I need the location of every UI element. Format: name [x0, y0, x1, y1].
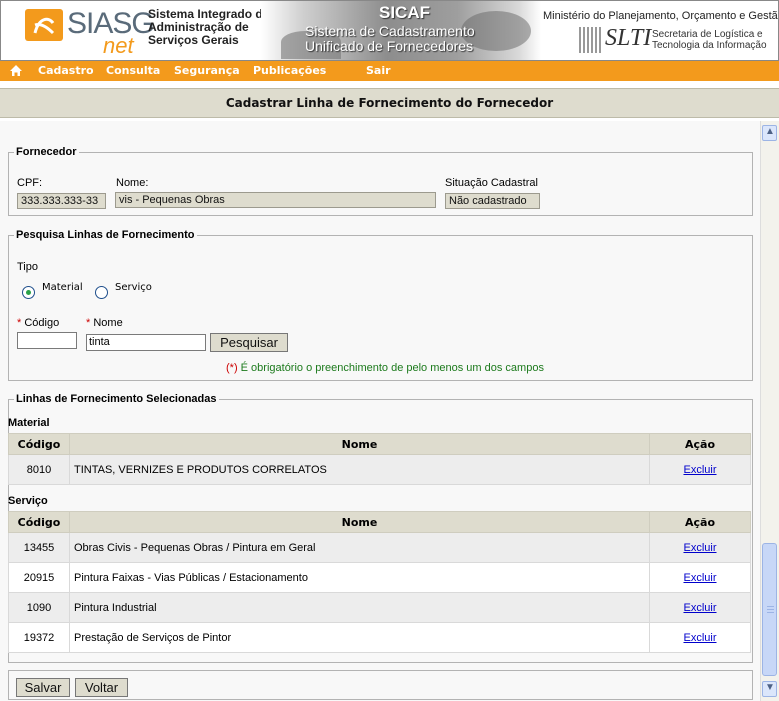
column-header-acao: Ação	[649, 511, 751, 533]
scroll-up-button[interactable]: ▲	[762, 125, 777, 141]
scroll-down-button[interactable]: ▼	[762, 681, 777, 697]
servico-table: Código Nome Ação 13455 Obras Civis - Peq…	[8, 511, 751, 653]
selecionadas-legend: Linhas de Fornecimento Selecionadas	[16, 393, 217, 405]
siasg-logo: SIASG net	[23, 7, 155, 58]
slti-bars-icon	[579, 27, 601, 53]
nome-input[interactable]: tinta	[86, 334, 206, 351]
cell-nome: Pintura Industrial	[69, 592, 650, 623]
radio-servico-label[interactable]: Serviço	[115, 282, 152, 293]
menu-item-consulta[interactable]: Consulta	[106, 64, 160, 77]
main-content: Fornecedor CPF: 333.333.333-33 Nome: vis…	[0, 121, 760, 701]
sicaf-subtitle: Unificado de Fornecedores	[305, 38, 474, 54]
chevron-up-icon: ▲	[765, 126, 775, 137]
slti-logo-text: SLTI	[605, 25, 652, 51]
situacao-label: Situação Cadastral	[445, 177, 538, 189]
cell-acao: Excluir	[649, 454, 751, 485]
cell-nome: Obras Civis - Pequenas Obras / Pintura e…	[69, 532, 650, 563]
pesquisa-fieldset: Pesquisa Linhas de Fornecimento	[8, 229, 753, 381]
column-header-nome: Nome	[69, 433, 650, 455]
excluir-link[interactable]: Excluir	[683, 542, 716, 554]
codigo-input[interactable]	[17, 332, 77, 349]
column-header-codigo: Código	[8, 433, 70, 455]
radio-material[interactable]	[22, 286, 35, 299]
cell-nome: Pintura Faixas - Vias Públicas / Estacio…	[69, 562, 650, 593]
siasg-logo-mark	[25, 9, 63, 41]
required-mark: *	[17, 317, 22, 329]
table-row: 8010 TINTAS, VERNIZES E PRODUTOS CORRELA…	[8, 454, 751, 485]
cpf-label: CPF:	[17, 177, 43, 189]
pesquisar-button[interactable]: Pesquisar	[210, 333, 288, 352]
column-header-codigo: Código	[8, 511, 70, 533]
sicaf-title: SICAF	[379, 3, 430, 22]
cell-codigo: 8010	[8, 454, 70, 485]
required-mark: *	[86, 317, 91, 329]
tipo-label: Tipo	[17, 261, 38, 273]
slti-logo: SLTI Secretaria de Logística e Tecnologi…	[579, 25, 769, 55]
table-header-row: Código Nome Ação	[8, 511, 751, 533]
siasg-description: Sistema Integrado de Administração de Se…	[148, 8, 278, 47]
cell-acao: Excluir	[649, 562, 751, 593]
cell-codigo: 1090	[8, 592, 70, 623]
siasg-description-line: Serviços Gerais	[148, 33, 239, 47]
slti-description-line: Tecnologia da Informação	[652, 40, 767, 51]
ministry-name: Ministério do Planejamento, Orçamento e …	[543, 10, 779, 22]
pesquisa-legend: Pesquisa Linhas de Fornecimento	[16, 229, 195, 241]
nome-search-label: * Nome	[86, 317, 123, 329]
table-row: 13455 Obras Civis - Pequenas Obras / Pin…	[8, 532, 751, 563]
table-row: 20915 Pintura Faixas - Vias Públicas / E…	[8, 562, 751, 593]
nome-search-label-text: Nome	[93, 317, 123, 329]
table-row: 19372 Prestação de Serviços de Pintor Ex…	[8, 622, 751, 653]
menu-item-seguranca[interactable]: Segurança	[174, 64, 240, 77]
home-icon[interactable]	[9, 64, 23, 78]
menu-item-publicacoes[interactable]: Publicações	[253, 64, 326, 77]
column-header-nome: Nome	[69, 511, 650, 533]
sicaf-subtitle: Sistema de Cadastramento	[305, 23, 475, 39]
required-hint: (*) É obrigatório o preenchimento de pel…	[226, 362, 544, 374]
fornecedor-legend: Fornecedor	[16, 146, 77, 158]
siasg-logo-net: net	[103, 33, 134, 58]
cell-nome: Prestação de Serviços de Pintor	[69, 622, 650, 653]
chevron-down-icon: ▼	[765, 682, 775, 693]
cell-codigo: 13455	[8, 532, 70, 563]
codigo-label: * Código	[17, 317, 59, 329]
codigo-label-text: Código	[24, 317, 60, 329]
cpf-field: 333.333.333-33	[17, 193, 106, 209]
table-row: 1090 Pintura Industrial Excluir	[8, 592, 751, 623]
hint-text: É obrigatório o preenchimento de pelo me…	[237, 362, 544, 374]
cell-codigo: 19372	[8, 622, 70, 653]
main-menu: Cadastro Consulta Segurança Publicações …	[0, 61, 779, 81]
excluir-link[interactable]: Excluir	[683, 632, 716, 644]
slti-description: Secretaria de Logística e Tecnologia da …	[652, 29, 767, 51]
material-section-title: Material	[8, 417, 50, 429]
excluir-link[interactable]: Excluir	[683, 602, 716, 614]
nome-label: Nome:	[116, 177, 149, 189]
cell-acao: Excluir	[649, 532, 751, 563]
material-table: Código Nome Ação 8010 TINTAS, VERNIZES E…	[8, 433, 751, 485]
hint-mark: (*)	[226, 362, 238, 374]
servico-section-title: Serviço	[8, 495, 48, 507]
column-header-acao: Ação	[649, 433, 751, 455]
cell-acao: Excluir	[649, 592, 751, 623]
cell-acao: Excluir	[649, 622, 751, 653]
menu-item-sair[interactable]: Sair	[366, 64, 391, 77]
cell-codigo: 20915	[8, 562, 70, 593]
page-title: Cadastrar Linha de Fornecimento do Forne…	[225, 96, 554, 110]
nome-field: vis - Pequenas Obras	[115, 192, 436, 208]
scroll-thumb[interactable]	[762, 543, 777, 676]
menu-item-cadastro[interactable]: Cadastro	[38, 64, 94, 77]
radio-material-label[interactable]: Material	[42, 282, 83, 293]
cell-nome: TINTAS, VERNIZES E PRODUTOS CORRELATOS	[69, 454, 650, 485]
slti-description-line: Secretaria de Logística e	[652, 29, 763, 40]
vertical-scrollbar[interactable]: ▲ ▼	[760, 121, 779, 701]
excluir-link[interactable]: Excluir	[683, 572, 716, 584]
radio-servico[interactable]	[95, 286, 108, 299]
page-title-bar: Cadastrar Linha de Fornecimento do Forne…	[0, 88, 779, 118]
table-header-row: Código Nome Ação	[8, 433, 751, 455]
excluir-link[interactable]: Excluir	[683, 464, 716, 476]
salvar-button[interactable]: Salvar	[16, 678, 70, 697]
situacao-field: Não cadastrado	[445, 193, 540, 209]
site-banner: SIASG net Sistema Integrado de Administr…	[0, 0, 779, 61]
voltar-button[interactable]: Voltar	[75, 678, 128, 697]
